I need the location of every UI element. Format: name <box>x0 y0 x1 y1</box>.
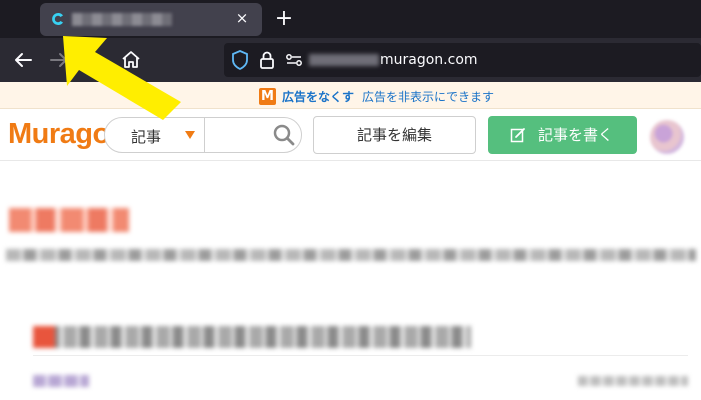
tab-close-button[interactable]: × <box>232 8 252 28</box>
avatar[interactable] <box>650 120 684 154</box>
remove-ads-link[interactable]: 広告をなくす <box>282 88 354 105</box>
search-input[interactable] <box>207 120 267 150</box>
search-category-label: 記事 <box>131 128 162 146</box>
url-bar[interactable]: muragon.com <box>224 43 701 77</box>
tab-title <box>72 13 172 26</box>
search-icon[interactable] <box>271 122 297 148</box>
article-title-link[interactable] <box>33 326 471 348</box>
blog-description <box>6 249 696 261</box>
lock-icon[interactable] <box>258 50 276 70</box>
article-category <box>33 375 89 387</box>
permissions-icon[interactable] <box>284 51 304 69</box>
muragon-c-icon <box>52 13 63 25</box>
write-article-label: 記事を書く <box>538 126 614 144</box>
edit-pencil-icon <box>510 128 525 143</box>
muragon-m-icon: M <box>259 88 276 105</box>
write-article-button[interactable]: 記事を書く <box>488 116 637 154</box>
shield-icon[interactable] <box>230 49 250 71</box>
blog-title <box>9 208 129 232</box>
chevron-down-icon <box>185 131 195 139</box>
edit-article-button[interactable]: 記事を編集 <box>313 116 476 154</box>
search-category-select[interactable]: 記事 <box>105 118 205 152</box>
divider <box>33 355 688 356</box>
url-domain: muragon.com <box>380 52 478 68</box>
article-date <box>578 376 688 386</box>
new-tab-button[interactable]: + <box>272 6 296 32</box>
annotation-arrow-icon <box>63 36 181 120</box>
search-box: 記事 <box>104 117 302 153</box>
ad-description: 広告を非表示にできます <box>362 90 495 104</box>
url-subdomain <box>309 54 379 66</box>
back-arrow-icon[interactable] <box>11 48 35 72</box>
